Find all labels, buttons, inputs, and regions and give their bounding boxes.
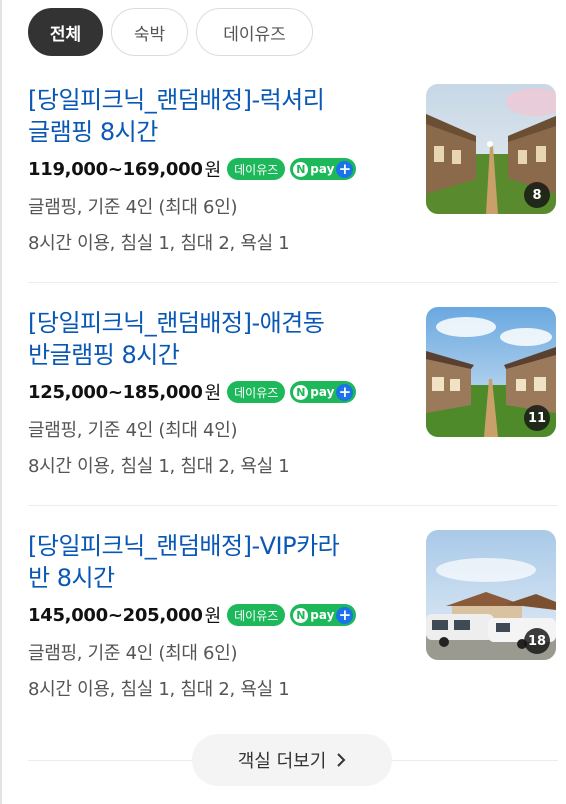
listing-title-line1[interactable]: [당일피크닉_랜덤배정]-럭셔리 bbox=[28, 84, 398, 116]
listing-title-line2[interactable]: 반글램핑 8시간 bbox=[28, 339, 398, 371]
tab-all[interactable]: 전체 bbox=[28, 8, 103, 56]
listing-thumbnail[interactable]: 8 bbox=[426, 84, 556, 214]
listing-info: 글램핑, 기준 4인 (최대 6인) bbox=[28, 643, 238, 664]
left-border bbox=[0, 0, 2, 804]
category-tabs: 전체 숙박 데이유즈 bbox=[28, 8, 313, 56]
price-range: 119,000~169,000 bbox=[28, 158, 203, 180]
npay-plus-badge: N pay + bbox=[290, 604, 357, 626]
price-range: 145,000~205,000 bbox=[28, 604, 203, 626]
divider bbox=[28, 505, 558, 506]
npay-plus-badge: N pay + bbox=[290, 381, 357, 403]
chevron-right-icon bbox=[337, 753, 346, 767]
price-range: 125,000~185,000 bbox=[28, 381, 203, 403]
tab-stay[interactable]: 숙박 bbox=[111, 8, 188, 56]
npay-n-icon: N bbox=[293, 607, 309, 623]
listing-amenities: 8시간 이용, 침실 1, 침대 2, 욕실 1 bbox=[28, 456, 290, 477]
photo-count-badge: 8 bbox=[524, 182, 550, 208]
price-row: 119,000~169,000 원 데이유즈 N pay + bbox=[28, 156, 357, 182]
listing-title[interactable]: [당일피크닉_랜덤배정]-VIP카라 반 8시간 bbox=[28, 530, 398, 594]
dayuse-badge: 데이유즈 bbox=[227, 381, 286, 403]
tab-dayuse[interactable]: 데이유즈 bbox=[196, 8, 313, 56]
listing-thumbnail[interactable]: 11 bbox=[426, 307, 556, 437]
dayuse-badge: 데이유즈 bbox=[227, 158, 286, 180]
listing-title-line2[interactable]: 글램핑 8시간 bbox=[28, 116, 398, 148]
listing-amenities: 8시간 이용, 침실 1, 침대 2, 욕실 1 bbox=[28, 679, 290, 700]
listing-title-line2[interactable]: 반 8시간 bbox=[28, 562, 398, 594]
listing-info: 글램핑, 기준 4인 (최대 4인) bbox=[28, 420, 238, 441]
listing-item[interactable]: [당일피크닉_랜덤배정]-럭셔리 글램핑 8시간 119,000~169,000… bbox=[28, 84, 558, 264]
listing-info: 글램핑, 기준 4인 (최대 6인) bbox=[28, 197, 238, 218]
photo-count-badge: 11 bbox=[524, 405, 550, 431]
npay-n-icon: N bbox=[293, 384, 309, 400]
listing-amenities: 8시간 이용, 침실 1, 침대 2, 욕실 1 bbox=[28, 233, 290, 254]
more-rooms-label: 객실 더보기 bbox=[237, 751, 327, 772]
price-currency: 원 bbox=[204, 383, 222, 404]
divider bbox=[28, 282, 558, 283]
plus-icon: + bbox=[336, 383, 354, 401]
price-row: 145,000~205,000 원 데이유즈 N pay + bbox=[28, 602, 357, 628]
price-currency: 원 bbox=[204, 160, 222, 181]
listing-title-line1[interactable]: [당일피크닉_랜덤배정]-애견동 bbox=[28, 307, 398, 339]
listing-item[interactable]: [당일피크닉_랜덤배정]-애견동 반글램핑 8시간 125,000~185,00… bbox=[28, 307, 558, 487]
photo-count-badge: 18 bbox=[524, 628, 550, 654]
listing-title-line1[interactable]: [당일피크닉_랜덤배정]-VIP카라 bbox=[28, 530, 398, 562]
price-row: 125,000~185,000 원 데이유즈 N pay + bbox=[28, 379, 357, 405]
listing-title[interactable]: [당일피크닉_랜덤배정]-럭셔리 글램핑 8시간 bbox=[28, 84, 398, 148]
npay-n-icon: N bbox=[293, 161, 309, 177]
npay-label: pay bbox=[310, 162, 335, 176]
npay-label: pay bbox=[310, 608, 335, 622]
listing-item[interactable]: [당일피크닉_랜덤배정]-VIP카라 반 8시간 145,000~205,000… bbox=[28, 530, 558, 710]
plus-icon: + bbox=[336, 160, 354, 178]
npay-label: pay bbox=[310, 385, 335, 399]
price-currency: 원 bbox=[204, 606, 222, 627]
listing-thumbnail[interactable]: 18 bbox=[426, 530, 556, 660]
plus-icon: + bbox=[336, 606, 354, 624]
listing-title[interactable]: [당일피크닉_랜덤배정]-애견동 반글램핑 8시간 bbox=[28, 307, 398, 371]
more-rooms-button[interactable]: 객실 더보기 bbox=[192, 734, 392, 786]
dayuse-badge: 데이유즈 bbox=[227, 604, 286, 626]
npay-plus-badge: N pay + bbox=[290, 158, 357, 180]
